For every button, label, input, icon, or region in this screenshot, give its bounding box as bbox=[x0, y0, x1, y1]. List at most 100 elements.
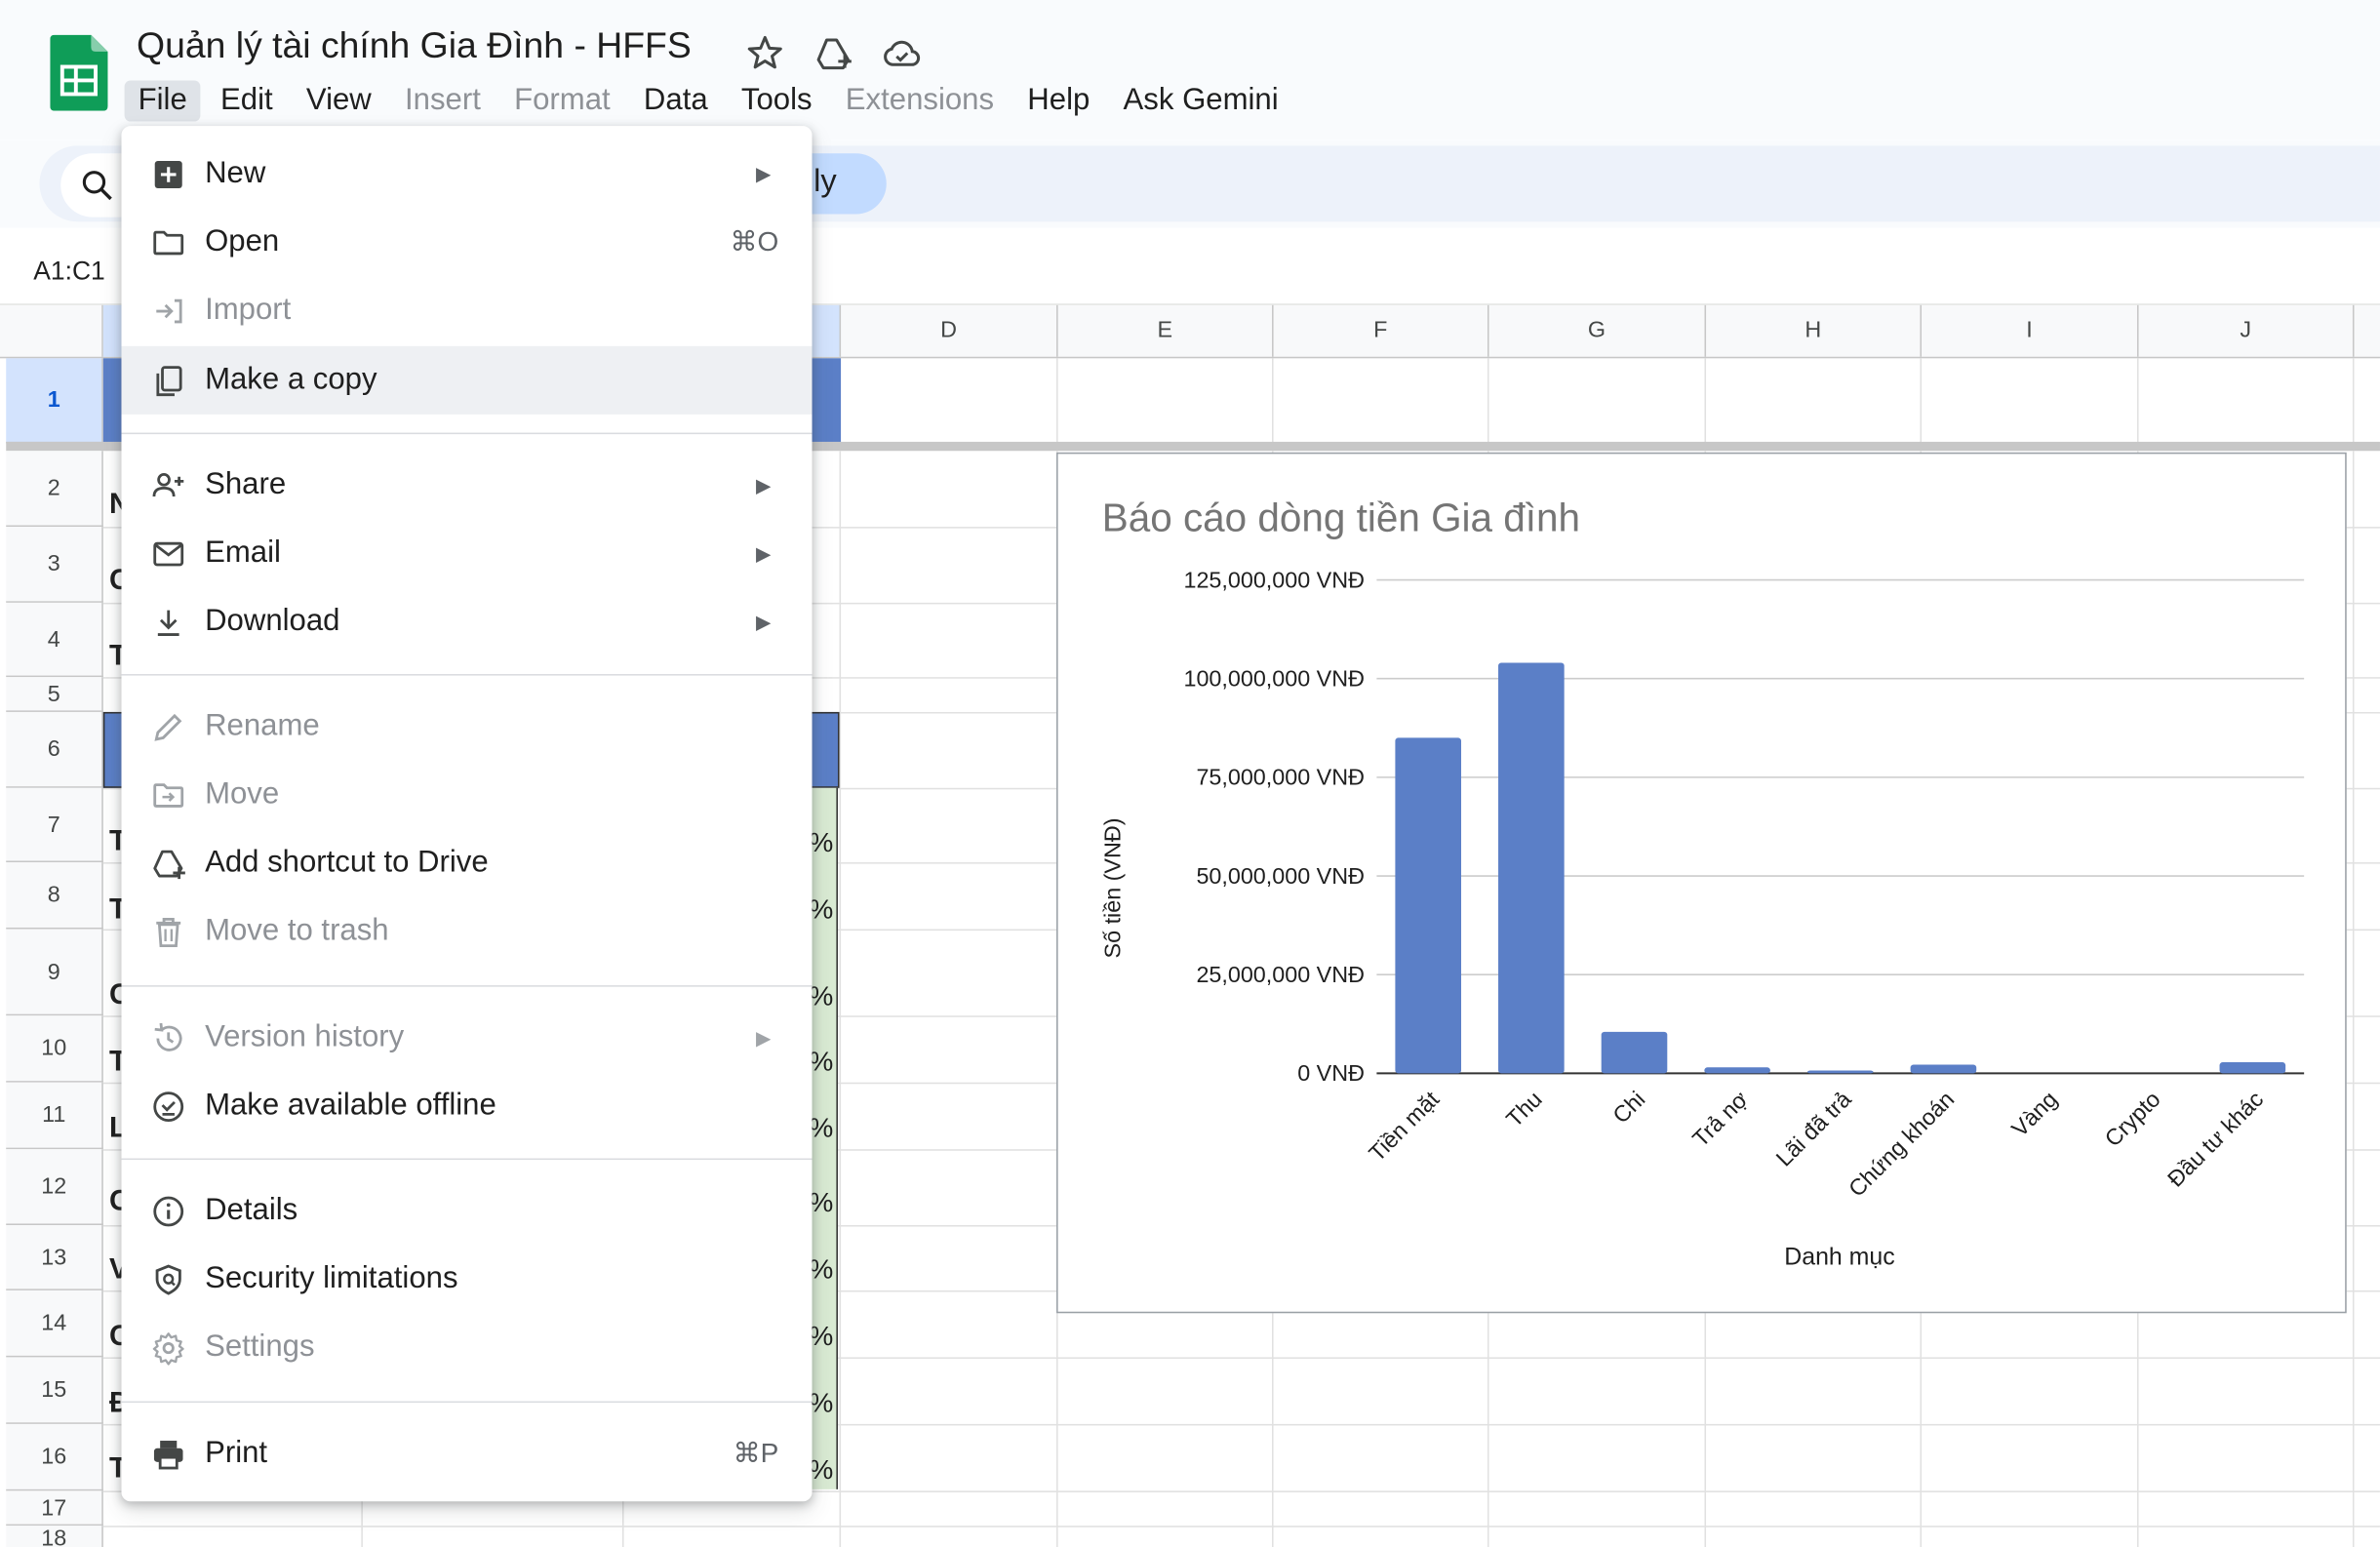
sheets-logo-icon[interactable] bbox=[50, 34, 108, 111]
chart-bar[interactable] bbox=[1395, 737, 1462, 1074]
chart-bar[interactable] bbox=[1601, 1031, 1668, 1074]
file-menu-item-move[interactable]: Move bbox=[121, 761, 812, 829]
menu-ask-gemini[interactable]: Ask Gemini bbox=[1110, 80, 1292, 121]
cell-pct-16[interactable]: % bbox=[809, 1454, 833, 1487]
file-menu-item-label: New bbox=[205, 156, 266, 190]
search-icon[interactable] bbox=[79, 167, 115, 203]
chart-title: Báo cáo dòng tiền Gia đình bbox=[1102, 496, 1580, 540]
file-menu-item-open[interactable]: Open ⌘O bbox=[121, 208, 812, 276]
select-all-corner[interactable] bbox=[6, 304, 103, 357]
chart-bar[interactable] bbox=[1498, 662, 1565, 1074]
row-header-15[interactable]: 15 bbox=[6, 1357, 103, 1424]
cell-pct-14[interactable]: % bbox=[809, 1321, 833, 1353]
cell-pct-10[interactable]: % bbox=[809, 1046, 833, 1078]
cell-pct-7[interactable]: % bbox=[809, 827, 833, 859]
row-header-7[interactable]: 7 bbox=[6, 787, 103, 863]
file-menu-item-email[interactable]: Email ▶ bbox=[121, 519, 812, 587]
app-header: Quản lý tài chính Gia Đình - HFFS File E… bbox=[0, 0, 2380, 140]
cash-flow-chart[interactable]: Báo cáo dòng tiền Gia đình Số tiền (VNĐ)… bbox=[1056, 453, 2347, 1313]
file-menu-item-make-a-copy[interactable]: Make a copy bbox=[121, 345, 813, 415]
cell-pct-11[interactable]: % bbox=[809, 1113, 833, 1145]
submenu-arrow-icon: ▶ bbox=[755, 609, 772, 633]
submenu-arrow-icon: ▶ bbox=[755, 472, 772, 496]
chart-bar[interactable] bbox=[2219, 1062, 2286, 1074]
cell-pct-13[interactable]: % bbox=[809, 1254, 833, 1287]
column-header-e[interactable]: E bbox=[1058, 304, 1274, 357]
file-menu-item-label: Move bbox=[205, 776, 280, 812]
row-header-3[interactable]: 3 bbox=[6, 527, 103, 603]
file-menu-item-print[interactable]: Print ⌘P bbox=[121, 1419, 812, 1488]
row-header-5[interactable]: 5 bbox=[6, 677, 103, 712]
file-menu-item-download[interactable]: Download ▶ bbox=[121, 587, 812, 655]
row-header-12[interactable]: 12 bbox=[6, 1149, 103, 1226]
chart-bar[interactable] bbox=[1910, 1064, 1977, 1074]
file-menu-item-move-to-trash[interactable]: Move to trash bbox=[121, 897, 812, 966]
file-menu-item-label: Open bbox=[205, 224, 280, 258]
column-header-k[interactable] bbox=[2355, 305, 2380, 357]
file-menu-item-details[interactable]: Details bbox=[121, 1176, 812, 1245]
star-icon[interactable] bbox=[745, 33, 784, 72]
row-header-4[interactable]: 4 bbox=[6, 602, 103, 678]
file-menu-item-import[interactable]: Import bbox=[121, 276, 812, 344]
mode-toggle-label: ly bbox=[813, 164, 837, 199]
column-header-i[interactable]: I bbox=[1922, 304, 2139, 357]
column-header-h[interactable]: H bbox=[1706, 304, 1923, 357]
menu-view[interactable]: View bbox=[293, 80, 385, 121]
file-menu-item-share[interactable]: Share ▶ bbox=[121, 451, 812, 519]
column-header-g[interactable]: G bbox=[1489, 304, 1707, 357]
menu-insert[interactable]: Insert bbox=[391, 80, 495, 121]
row-header-11[interactable]: 11 bbox=[6, 1082, 103, 1150]
cloud-status-icon[interactable] bbox=[882, 33, 921, 72]
row-header-17[interactable]: 17 bbox=[6, 1490, 103, 1527]
file-menu-item-new[interactable]: New ▶ bbox=[121, 139, 812, 208]
file-menu-item-label: Add shortcut to Drive bbox=[205, 845, 489, 880]
row-header-10[interactable]: 10 bbox=[6, 1015, 103, 1083]
move-to-drive-icon[interactable] bbox=[813, 33, 853, 72]
row-header-9[interactable]: 9 bbox=[6, 929, 103, 1016]
row-header-13[interactable]: 13 bbox=[6, 1225, 103, 1290]
chart-x-tick-label: Crypto bbox=[2100, 1087, 2165, 1152]
menu-data[interactable]: Data bbox=[630, 80, 722, 121]
row-header-1[interactable]: 1 bbox=[6, 358, 103, 444]
info-icon bbox=[153, 1195, 184, 1226]
cell-pct-8[interactable]: % bbox=[809, 894, 833, 927]
file-menu-item-settings[interactable]: Settings bbox=[121, 1313, 812, 1381]
file-menu-item-add-shortcut-to-drive[interactable]: Add shortcut to Drive bbox=[121, 829, 812, 897]
row-header-2[interactable]: 2 bbox=[6, 451, 103, 528]
chart-y-tick-label: 25,000,000 VNĐ bbox=[1196, 962, 1364, 987]
menu-extensions[interactable]: Extensions bbox=[832, 80, 1008, 121]
chart-bar[interactable] bbox=[1704, 1067, 1770, 1074]
document-title[interactable]: Quản lý tài chính Gia Đình - HFFS bbox=[137, 25, 692, 68]
row-header-14[interactable]: 14 bbox=[6, 1289, 103, 1358]
name-box[interactable]: A1:C1 bbox=[33, 257, 105, 287]
file-menu-item-label: Settings bbox=[205, 1329, 315, 1364]
row-header-16[interactable]: 16 bbox=[6, 1423, 103, 1491]
menu-help[interactable]: Help bbox=[1013, 80, 1103, 121]
submenu-arrow-icon: ▶ bbox=[755, 1025, 772, 1049]
menu-file[interactable]: File bbox=[124, 79, 201, 121]
chart-y-axis-title: Số tiền (VNĐ) bbox=[1099, 818, 1125, 959]
menu-tools[interactable]: Tools bbox=[728, 80, 826, 121]
column-header-j[interactable]: J bbox=[2139, 304, 2355, 357]
file-menu-item-security-limitations[interactable]: Security limitations bbox=[121, 1245, 812, 1313]
chart-x-tick-label: Trả nợ bbox=[1687, 1087, 1753, 1152]
file-menu-item-rename[interactable]: Rename bbox=[121, 693, 812, 761]
row-header-8[interactable]: 8 bbox=[6, 862, 103, 930]
file-menu-item-version-history[interactable]: Version history ▶ bbox=[121, 1004, 812, 1072]
column-header-d[interactable]: D bbox=[841, 304, 1058, 357]
history-icon bbox=[154, 1022, 182, 1051]
column-header-f[interactable]: F bbox=[1274, 304, 1489, 357]
move-folder-icon bbox=[153, 782, 184, 808]
file-menu-item-make-available-offline[interactable]: Make available offline bbox=[121, 1072, 812, 1140]
file-menu-item-label: Details bbox=[205, 1193, 298, 1227]
cell-pct-15[interactable]: % bbox=[809, 1388, 833, 1420]
menu-edit[interactable]: Edit bbox=[207, 80, 287, 121]
shortcut-hint: ⌘P bbox=[733, 1437, 779, 1469]
row-header-18[interactable]: 18 bbox=[6, 1526, 103, 1547]
cell-pct-9[interactable]: % bbox=[809, 980, 833, 1012]
cell-pct-12[interactable]: % bbox=[809, 1187, 833, 1219]
menu-format[interactable]: Format bbox=[500, 80, 624, 121]
chart-x-tick-label: Chứng khoán bbox=[1844, 1087, 1959, 1202]
chart-bar[interactable] bbox=[1806, 1070, 1874, 1074]
row-header-6[interactable]: 6 bbox=[6, 711, 103, 788]
